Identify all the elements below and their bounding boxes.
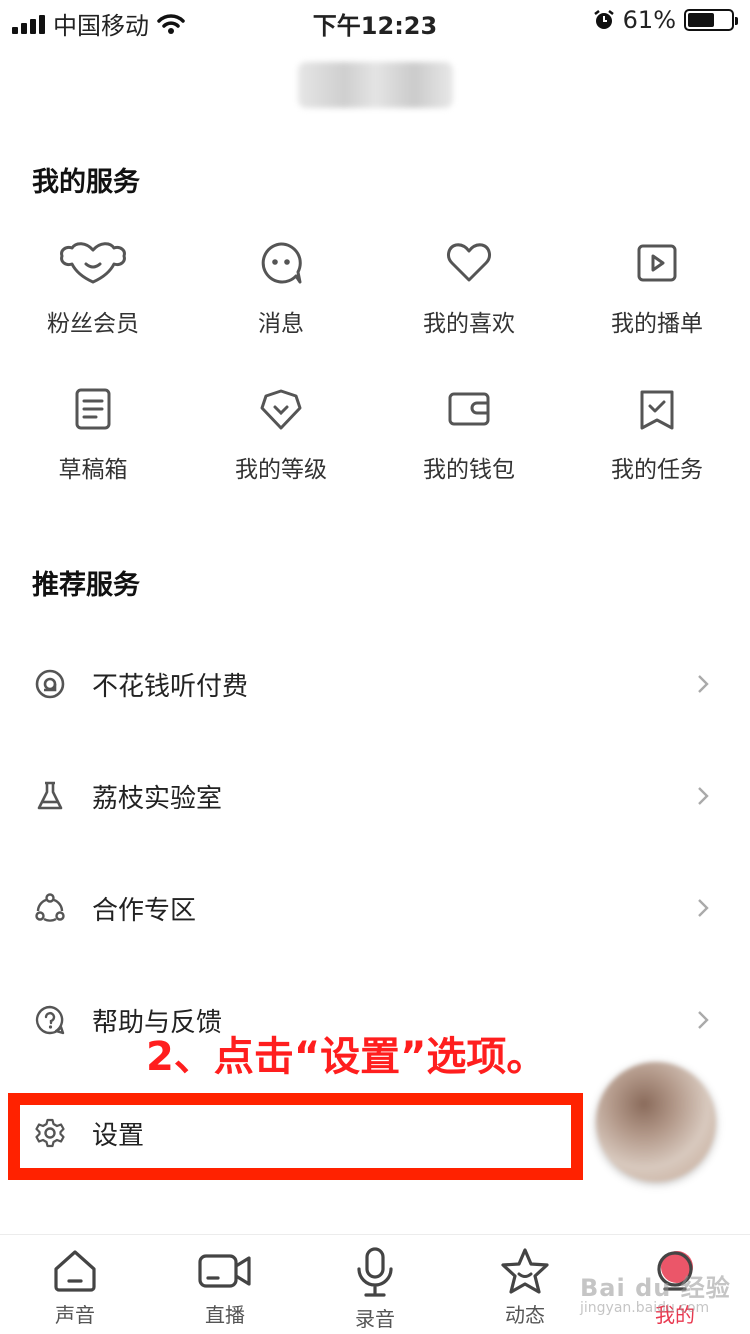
playlist-icon bbox=[637, 244, 677, 282]
message-icon bbox=[261, 242, 302, 284]
camera-icon bbox=[198, 1254, 251, 1288]
tab-record[interactable]: 录音 bbox=[300, 1247, 450, 1332]
list-item-free-listen[interactable]: 不花钱听付费 bbox=[0, 644, 750, 724]
grid-item-tasks[interactable]: 我的任务 bbox=[563, 386, 750, 484]
disc-icon bbox=[35, 669, 65, 699]
tab-live[interactable]: 直播 bbox=[150, 1247, 300, 1328]
alarm-icon bbox=[593, 10, 614, 29]
grid-label: 粉丝会员 bbox=[47, 311, 139, 337]
my-services-title: 我的服务 bbox=[32, 167, 140, 198]
flask-icon bbox=[37, 781, 63, 810]
microphone-icon bbox=[357, 1247, 393, 1297]
grid-item-wallet[interactable]: 我的钱包 bbox=[375, 386, 563, 484]
tab-label: 录音 bbox=[355, 1307, 395, 1331]
home-icon bbox=[54, 1250, 96, 1292]
wallet-icon bbox=[448, 392, 490, 426]
list-label: 合作专区 bbox=[92, 895, 197, 926]
grid-label: 我的钱包 bbox=[423, 457, 515, 483]
help-icon bbox=[35, 1005, 65, 1035]
grid-item-fan-member[interactable]: 粉丝会员 bbox=[0, 240, 187, 338]
blurred-username[interactable] bbox=[298, 62, 453, 108]
watermark-logo: Bai du 经验 bbox=[580, 1274, 731, 1302]
floating-player-avatar[interactable] bbox=[596, 1062, 716, 1182]
list-item-cooperation[interactable]: 合作专区 bbox=[0, 868, 750, 948]
list-item-lab[interactable]: 荔枝实验室 bbox=[0, 756, 750, 836]
tab-feed[interactable]: 动态 bbox=[450, 1247, 600, 1328]
battery-icon bbox=[684, 9, 738, 31]
grid-item-playlist[interactable]: 我的播单 bbox=[563, 240, 750, 338]
grid-item-level[interactable]: 我的等级 bbox=[187, 386, 375, 484]
grid-label: 我的任务 bbox=[611, 457, 703, 483]
tutorial-annotation: 2、点击“设置”选项。 bbox=[146, 1034, 547, 1080]
star-icon bbox=[501, 1248, 549, 1294]
fan-member-icon bbox=[60, 242, 126, 284]
chevron-right-icon bbox=[698, 675, 709, 693]
watermark-url: jingyan.baidu.com bbox=[580, 1300, 710, 1316]
settings-highlight-box bbox=[8, 1093, 583, 1180]
grid-label: 消息 bbox=[258, 311, 304, 337]
tab-label: 动态 bbox=[505, 1303, 545, 1327]
chevron-right-icon bbox=[698, 787, 709, 805]
battery-percent: 61% bbox=[622, 6, 676, 34]
list-label: 不花钱听付费 bbox=[92, 671, 249, 702]
grid-label: 我的喜欢 bbox=[423, 311, 515, 337]
task-icon bbox=[640, 390, 674, 430]
cooperation-icon bbox=[35, 893, 65, 922]
grid-label: 我的等级 bbox=[235, 457, 327, 483]
draft-icon bbox=[75, 388, 111, 430]
chevron-right-icon bbox=[698, 1011, 709, 1029]
tab-label: 声音 bbox=[55, 1303, 95, 1327]
status-bar: 中国移动 下午12:23 61% bbox=[0, 0, 750, 40]
chevron-right-icon bbox=[698, 899, 709, 917]
heart-icon bbox=[447, 243, 491, 282]
tab-sound[interactable]: 声音 bbox=[0, 1247, 150, 1328]
list-label: 荔枝实验室 bbox=[92, 783, 223, 814]
grid-label: 我的播单 bbox=[611, 311, 703, 337]
grid-item-favorites[interactable]: 我的喜欢 bbox=[375, 240, 563, 338]
level-icon bbox=[260, 389, 302, 430]
grid-item-drafts[interactable]: 草稿箱 bbox=[0, 386, 187, 484]
status-right: 61% bbox=[593, 6, 738, 34]
tab-label: 直播 bbox=[205, 1303, 245, 1327]
grid-label: 草稿箱 bbox=[58, 457, 128, 483]
recommended-services-title: 推荐服务 bbox=[32, 570, 140, 601]
grid-item-message[interactable]: 消息 bbox=[187, 240, 375, 338]
